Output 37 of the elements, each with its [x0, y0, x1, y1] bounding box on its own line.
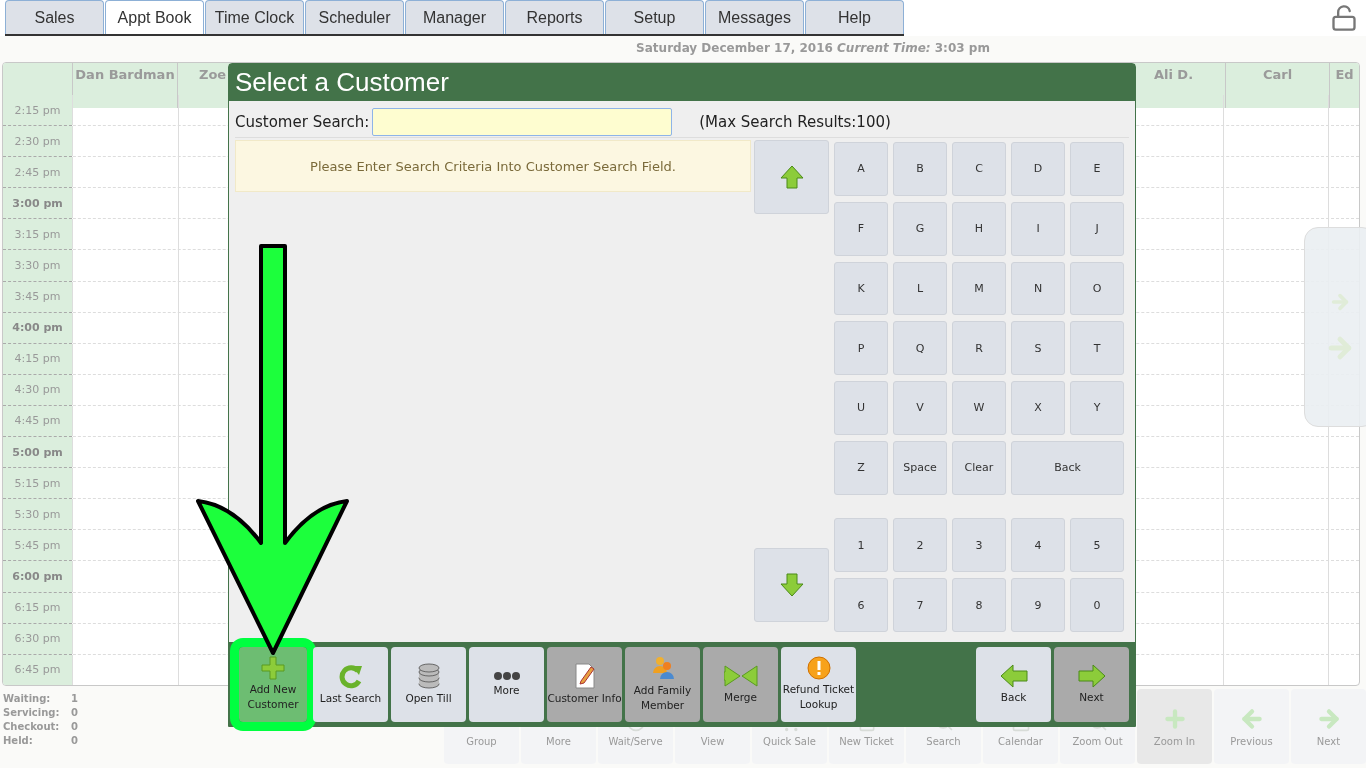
staff-name: Dan Bardman	[75, 67, 175, 84]
stat-label: Waiting:	[3, 693, 52, 704]
time-label: 3:45 pm	[14, 290, 61, 304]
time-label: 3:00 pm	[12, 196, 63, 210]
staff-name: Ali D.	[1153, 67, 1194, 84]
stat-value: 0	[71, 707, 79, 718]
stat-value: 0	[71, 721, 79, 732]
time-label: 6:45 pm	[14, 663, 61, 677]
stat-label: Held:	[3, 735, 34, 746]
search-note: (Max Search Results:100)	[699, 113, 891, 131]
time-label: 2:45 pm	[14, 165, 61, 179]
time-label: 3:30 pm	[14, 259, 61, 272]
time-label: 3:15 pm	[14, 227, 61, 241]
stat-value: 0	[71, 735, 79, 746]
stat-label: Servicing:	[3, 707, 61, 718]
time-label: 5:15 pm	[14, 476, 61, 490]
staff-name: Ed	[1335, 67, 1354, 84]
time-label: 6:30 pm	[14, 632, 61, 646]
time-label: 5:30 pm	[14, 507, 61, 521]
dialog-title: Select a Customer	[235, 67, 449, 98]
message-text: Please Enter Search Criteria Into Customer Search Field.	[310, 158, 676, 174]
time-label: 4:30 pm	[14, 383, 61, 397]
stat-label: Checkout:	[3, 721, 61, 732]
time-label: 2:15 pm	[14, 103, 61, 117]
time-label: 5:45 pm	[14, 538, 61, 552]
time-label: 4:00 pm	[12, 321, 63, 335]
time-label: 4:15 pm	[14, 352, 61, 366]
date-line: Saturday December 17, 2016 Current Time: 3:03 pm	[636, 41, 990, 55]
time-label: 4:45 pm	[14, 414, 61, 428]
time-label: 5:00 pm	[12, 445, 63, 459]
staff-name: Zoe	[199, 67, 227, 84]
time-label: 6:15 pm	[14, 601, 61, 615]
time-label: 6:00 pm	[12, 569, 63, 583]
stat-value: 1	[71, 693, 79, 704]
staff-name: Carl	[1262, 67, 1293, 84]
time-label: 2:30 pm	[14, 134, 61, 148]
field-label: Customer Search:	[235, 113, 370, 131]
